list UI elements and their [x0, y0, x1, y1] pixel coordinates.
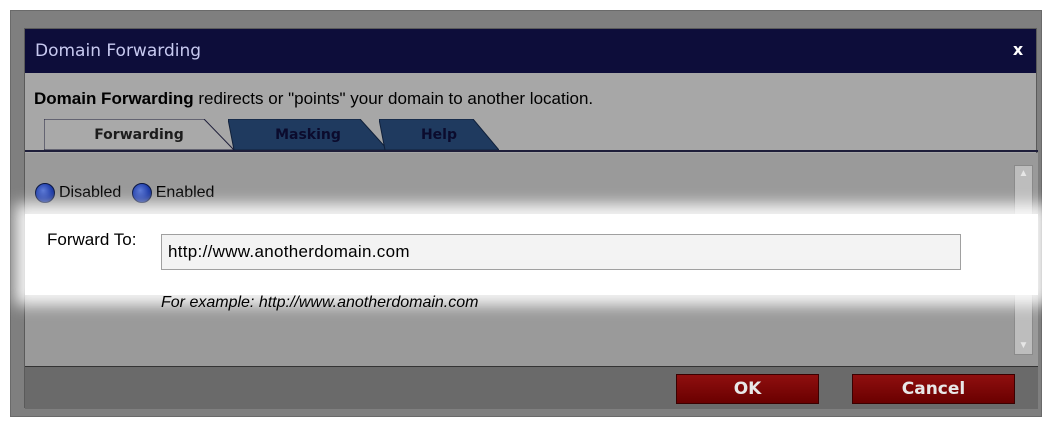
dialog-footer: OK Cancel [25, 366, 1038, 409]
radio-enabled-label: Enabled [155, 184, 215, 201]
description-bold: Domain Forwarding [34, 89, 194, 108]
tab-masking-label: Masking [275, 127, 341, 143]
radio-disabled-label: Disabled [59, 184, 122, 201]
forward-to-label: Forward To: [47, 230, 137, 249]
ok-button[interactable]: OK [676, 374, 819, 404]
dialog-title: Domain Forwarding [35, 41, 202, 61]
chevron-up-icon[interactable]: ▲ [1015, 166, 1032, 182]
radio-button-icon[interactable] [35, 183, 55, 203]
tab-masking[interactable]: Masking [228, 119, 388, 150]
description-text: redirects or "points" your domain to ano… [193, 89, 594, 108]
radio-button-icon[interactable] [131, 183, 152, 203]
close-icon[interactable]: x [1008, 40, 1028, 60]
tab-forwarding[interactable]: Forwarding [44, 119, 234, 150]
chevron-down-icon[interactable]: ▼ [1015, 338, 1032, 354]
radio-disabled[interactable]: Disabled [35, 183, 121, 203]
tab-help[interactable]: Help [379, 119, 499, 150]
dialog-title-bar: Domain Forwarding x [25, 29, 1036, 73]
tab-help-label: Help [420, 127, 458, 143]
radio-enabled[interactable]: Enabled [131, 183, 215, 203]
dialog-description: Domain Forwarding redirects or "points" … [34, 89, 593, 109]
tab-divider [25, 150, 1038, 152]
forward-to-input[interactable] [161, 234, 961, 270]
forward-example-text: For example: http://www.anotherdomain.co… [161, 294, 479, 311]
cancel-button[interactable]: Cancel [852, 374, 1015, 404]
tab-forwarding-label: Forwarding [94, 127, 184, 143]
status-radio-group: Disabled Enabled [35, 183, 220, 208]
tab-bar: Forwarding Masking Help [25, 119, 1038, 152]
domain-forwarding-dialog: Domain Forwarding x Domain Forwarding re… [24, 28, 1038, 409]
